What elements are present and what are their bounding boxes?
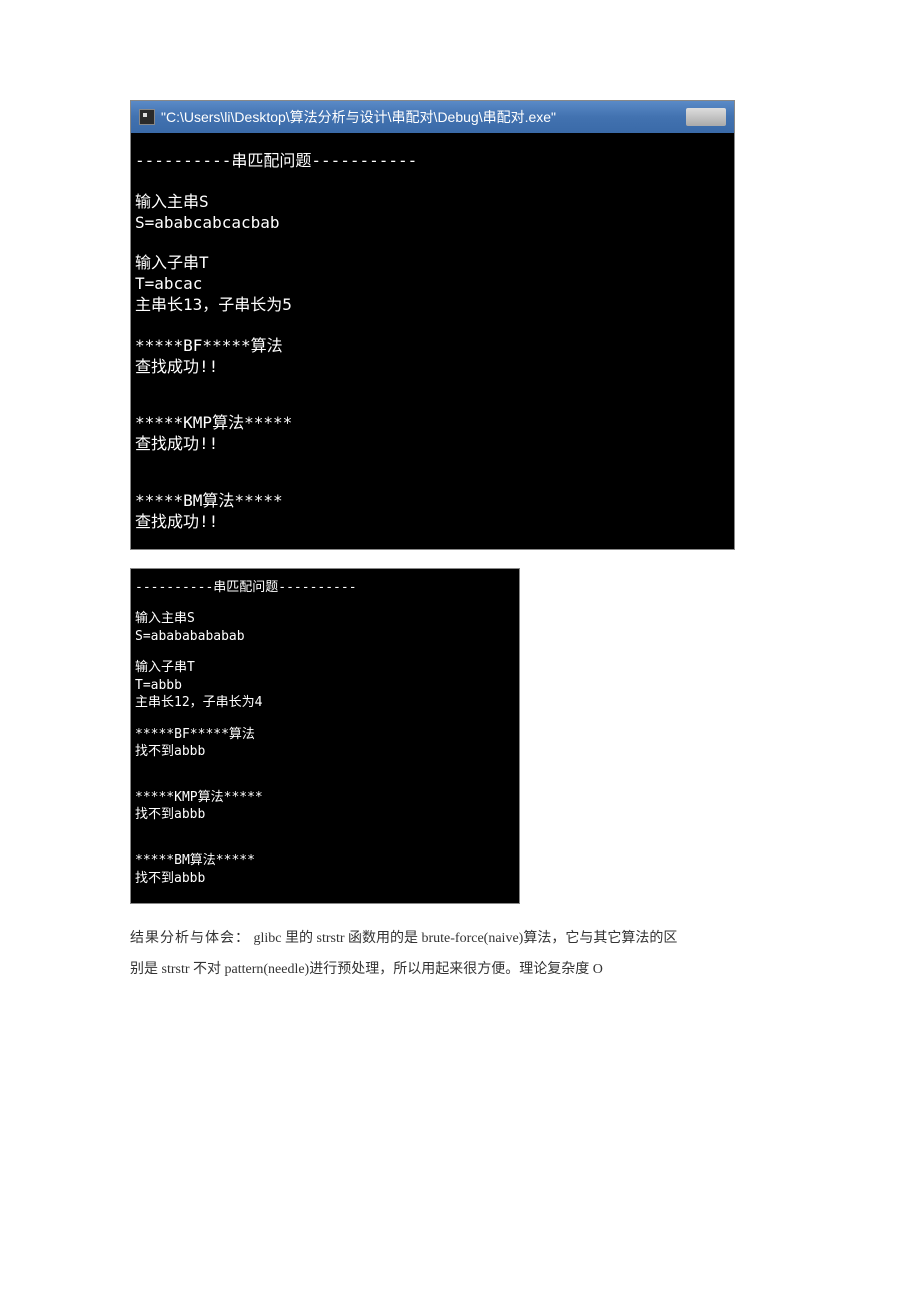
bf-title: *****BF*****算法 xyxy=(135,726,515,744)
bm-title: *****BM算法***** xyxy=(135,852,515,870)
window-title: "C:\Users\li\Desktop\算法分析与设计\串配对\Debug\串… xyxy=(161,107,686,127)
input-s-value: S=abababababab xyxy=(135,628,515,646)
input-s-label: 输入主串S xyxy=(135,610,515,628)
kmp-title: *****KMP算法***** xyxy=(135,789,515,807)
input-t-label: 输入子串T xyxy=(135,659,515,677)
input-t-value: T=abbb xyxy=(135,677,515,695)
titlebar-controls[interactable] xyxy=(686,108,726,126)
bm-result: 查找成功!! xyxy=(135,512,730,533)
input-t-value: T=abcac xyxy=(135,274,730,295)
doc-line-1: 结果分析与体会： glibc 里的 strstr 函数用的是 brute-for… xyxy=(130,924,770,955)
kmp-result: 找不到abbb xyxy=(135,806,515,824)
console-content: ----------串匹配问题----------- 输入主串S S=ababc… xyxy=(131,133,734,549)
kmp-result: 查找成功!! xyxy=(135,434,730,455)
header-line: ----------串匹配问题---------- xyxy=(135,579,515,597)
input-t-label: 输入子串T xyxy=(135,253,730,274)
bm-result: 找不到abbb xyxy=(135,870,515,888)
length-info: 主串长13，子串长为5 xyxy=(135,295,730,316)
doc-label: 结果分析与体会： xyxy=(130,931,250,946)
bm-title: *****BM算法***** xyxy=(135,491,730,512)
input-s-value: S=ababcabcacbab xyxy=(135,213,730,234)
bf-title: *****BF*****算法 xyxy=(135,336,730,357)
doc-text-1: glibc 里的 strstr 函数用的是 brute-force(naive)… xyxy=(250,931,677,946)
document-paragraph: 结果分析与体会： glibc 里的 strstr 函数用的是 brute-for… xyxy=(130,924,770,986)
console-window-2: ----------串匹配问题---------- 输入主串S S=ababab… xyxy=(130,568,520,905)
input-s-label: 输入主串S xyxy=(135,192,730,213)
header-line: ----------串匹配问题----------- xyxy=(135,151,730,172)
bf-result: 找不到abbb xyxy=(135,743,515,761)
kmp-title: *****KMP算法***** xyxy=(135,413,730,434)
bf-result: 查找成功!! xyxy=(135,357,730,378)
console-content: ----------串匹配问题---------- 输入主串S S=ababab… xyxy=(131,569,519,904)
titlebar[interactable]: "C:\Users\li\Desktop\算法分析与设计\串配对\Debug\串… xyxy=(131,101,734,133)
app-icon xyxy=(139,109,155,125)
length-info: 主串长12，子串长为4 xyxy=(135,694,515,712)
doc-line-2: 别是 strstr 不对 pattern(needle)进行预处理，所以用起来很… xyxy=(130,955,770,986)
console-window-1: "C:\Users\li\Desktop\算法分析与设计\串配对\Debug\串… xyxy=(130,100,735,550)
